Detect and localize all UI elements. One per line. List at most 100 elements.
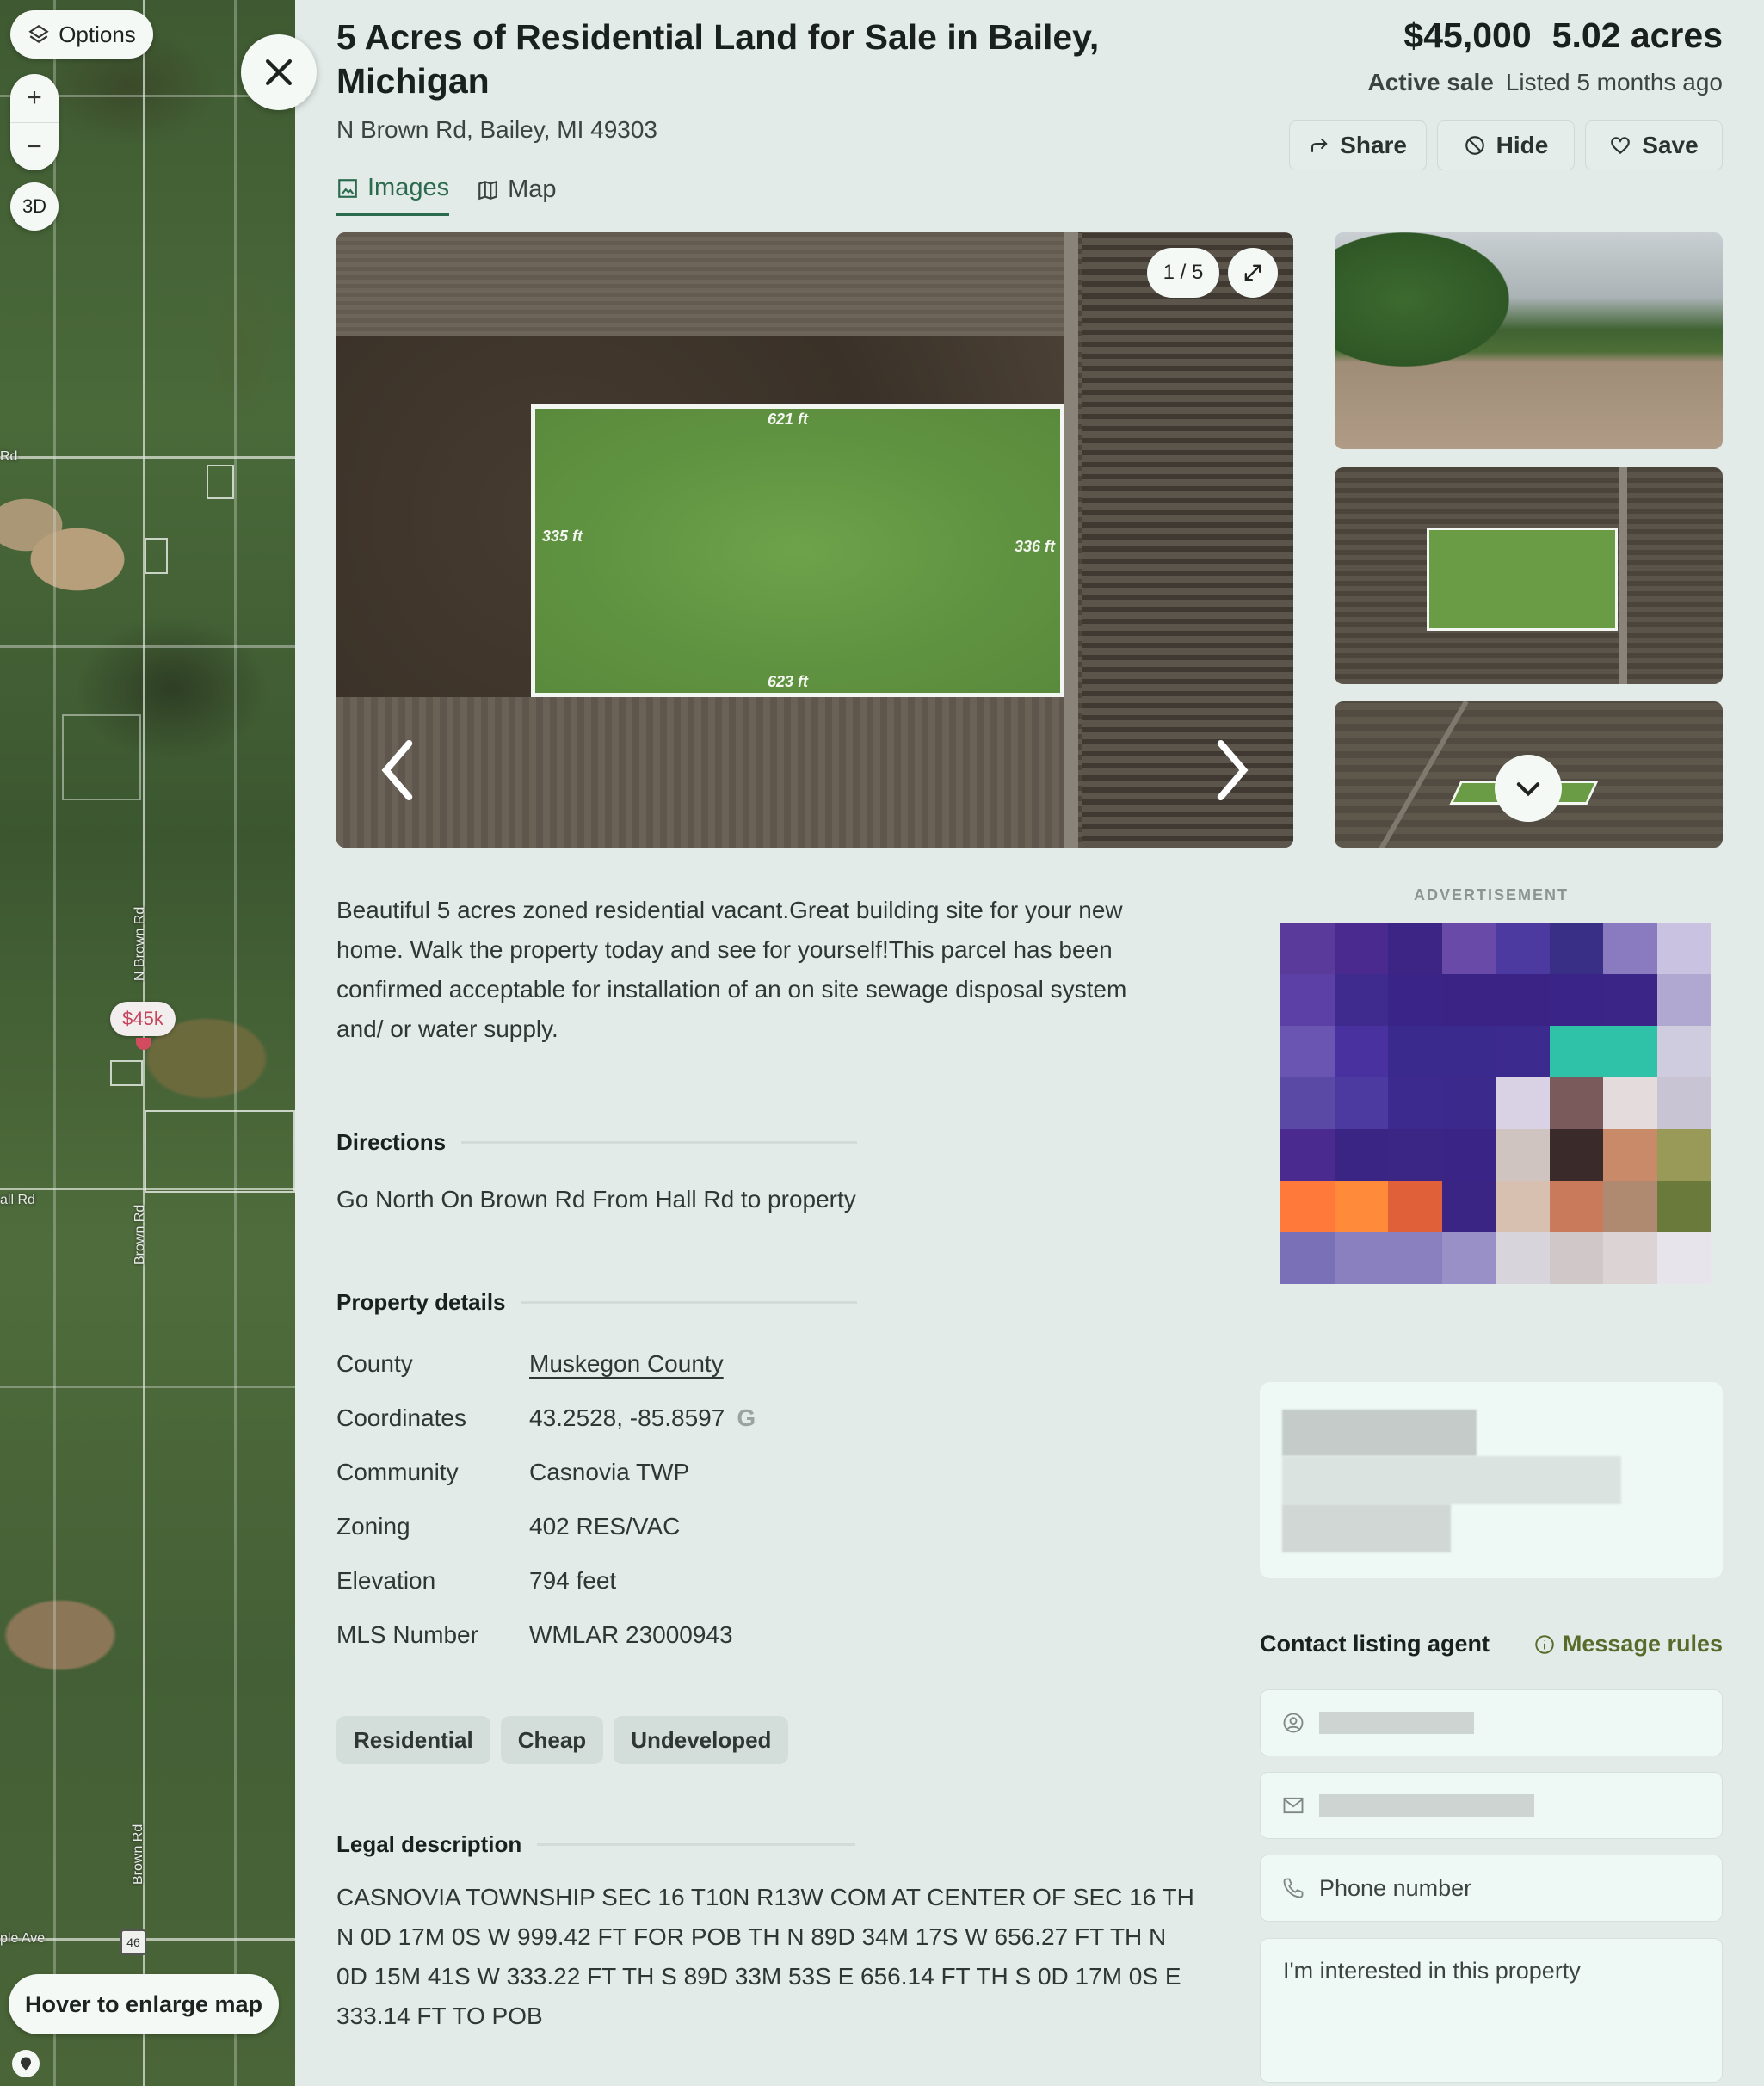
previous-image-button[interactable] bbox=[367, 731, 428, 809]
ad-pixel bbox=[1334, 974, 1388, 1026]
ad-pixel bbox=[1496, 1129, 1550, 1181]
ad-pixel bbox=[1441, 1129, 1496, 1181]
ad-pixel bbox=[1334, 1181, 1388, 1232]
next-image-button[interactable] bbox=[1202, 731, 1262, 809]
map-panel[interactable]: Rd N Brown Rd all Rd Brown Rd Brown Rd p… bbox=[0, 0, 295, 2086]
road-label: Brown Rd bbox=[131, 1824, 145, 1885]
ad-pixel bbox=[1549, 1026, 1603, 1077]
ad-pixel bbox=[1388, 1129, 1442, 1181]
agent-name-redacted bbox=[1282, 1410, 1477, 1456]
map-price-pin[interactable]: $45k bbox=[110, 1002, 176, 1036]
ad-pixel bbox=[1388, 1077, 1442, 1129]
save-label: Save bbox=[1642, 132, 1699, 158]
ad-pixel bbox=[1388, 1232, 1442, 1284]
tab-map-label: Map bbox=[508, 176, 557, 203]
save-button[interactable]: Save bbox=[1585, 120, 1723, 170]
ad-pixel bbox=[1656, 1026, 1711, 1077]
ad-pixel bbox=[1280, 974, 1335, 1026]
name-field[interactable] bbox=[1260, 1689, 1723, 1756]
ad-pixel bbox=[1656, 1129, 1711, 1181]
ad-pixel bbox=[1496, 1232, 1550, 1284]
phone-input[interactable] bbox=[1319, 1874, 1722, 1902]
options-label: Options bbox=[59, 21, 136, 47]
tag-residential[interactable]: Residential bbox=[336, 1716, 490, 1764]
fullscreen-button[interactable] bbox=[1228, 248, 1278, 298]
ad-pixel bbox=[1441, 1026, 1496, 1077]
main-image[interactable]: 621 ft 623 ft 335 ft 336 ft 1 / 5 bbox=[336, 232, 1293, 848]
hover-enlarge-map[interactable]: Hover to enlarge map bbox=[9, 1974, 279, 2034]
detail-value: Casnovia TWP bbox=[529, 1458, 690, 1485]
thumbnail-aerial[interactable] bbox=[1335, 467, 1723, 684]
ad-pixel bbox=[1656, 923, 1711, 974]
tag-undeveloped[interactable]: Undeveloped bbox=[614, 1716, 789, 1764]
road-label: all Rd bbox=[0, 1193, 35, 1207]
ad-pixel bbox=[1441, 1077, 1496, 1129]
map-road bbox=[234, 0, 237, 2086]
share-button[interactable]: Share bbox=[1289, 120, 1427, 170]
ad-pixel bbox=[1334, 1026, 1388, 1077]
listing-price: $45,000 bbox=[1403, 15, 1532, 55]
detail-label: Elevation bbox=[336, 1566, 436, 1594]
county-link[interactable]: Muskegon County bbox=[529, 1350, 724, 1377]
advertisement[interactable] bbox=[1280, 923, 1711, 1284]
map-pin-marker bbox=[136, 1038, 151, 1050]
ad-pixel bbox=[1496, 1026, 1550, 1077]
detail-row-coordinates: Coordinates 43.2528, -85.8597 G bbox=[336, 1391, 939, 1445]
phone-field[interactable] bbox=[1260, 1855, 1723, 1922]
road-label: Brown Rd bbox=[133, 1204, 147, 1265]
tab-images[interactable]: Images bbox=[336, 174, 450, 216]
divider bbox=[537, 1843, 856, 1846]
dimension-left: 335 ft bbox=[542, 528, 583, 545]
zoom-controls: + − bbox=[10, 74, 59, 170]
close-button[interactable] bbox=[241, 34, 317, 110]
thumbnail-road[interactable] bbox=[1335, 232, 1723, 449]
3d-view-button[interactable]: 3D bbox=[10, 182, 59, 231]
ad-pixel bbox=[1496, 923, 1550, 974]
more-thumbnails-button[interactable] bbox=[1495, 755, 1562, 822]
ad-pixel bbox=[1656, 1232, 1711, 1284]
map-options-button[interactable]: Options bbox=[10, 10, 153, 59]
ad-pixel bbox=[1334, 1077, 1388, 1129]
detail-value: 402 RES/VAC bbox=[529, 1512, 681, 1540]
detail-value: WMLAR 23000943 bbox=[529, 1620, 733, 1648]
map-parcel bbox=[145, 1110, 295, 1193]
ad-pixel bbox=[1280, 1181, 1335, 1232]
ad-pixel bbox=[1656, 974, 1711, 1026]
zoom-in-button[interactable]: + bbox=[10, 74, 59, 122]
detail-label: MLS Number bbox=[336, 1620, 478, 1648]
google-maps-icon[interactable]: G bbox=[737, 1404, 756, 1432]
chevron-down-icon bbox=[1516, 782, 1540, 797]
ad-pixel bbox=[1388, 1181, 1442, 1232]
ad-pixel bbox=[1656, 1181, 1711, 1232]
hide-icon bbox=[1465, 136, 1484, 155]
image-field bbox=[336, 697, 1064, 848]
email-field[interactable] bbox=[1260, 1772, 1723, 1839]
ad-pixel bbox=[1280, 1232, 1335, 1284]
ad-pixel bbox=[1549, 923, 1603, 974]
thumb-road bbox=[1619, 467, 1627, 684]
agent-info-redacted bbox=[1282, 1456, 1621, 1504]
message-rules-link[interactable]: Message rules bbox=[1533, 1631, 1723, 1657]
road-label: N Brown Rd bbox=[133, 906, 147, 981]
tag-cheap[interactable]: Cheap bbox=[500, 1716, 604, 1764]
tag-list: Residential Cheap Undeveloped bbox=[336, 1716, 789, 1764]
property-details-heading-label: Property details bbox=[336, 1289, 506, 1315]
highway-shield: 46 bbox=[120, 1929, 146, 1955]
tab-map[interactable]: Map bbox=[477, 174, 557, 216]
detail-label: Zoning bbox=[336, 1512, 410, 1540]
ad-pixel bbox=[1603, 1026, 1657, 1077]
detail-row-county: County Muskegon County bbox=[336, 1336, 939, 1391]
ad-pixel bbox=[1549, 1232, 1603, 1284]
ad-pixel bbox=[1388, 1026, 1442, 1077]
zoom-out-button[interactable]: − bbox=[10, 122, 59, 170]
map-parcel bbox=[62, 714, 141, 800]
hide-button[interactable]: Hide bbox=[1437, 120, 1575, 170]
map-parcel bbox=[207, 465, 234, 499]
chevron-right-icon bbox=[1217, 740, 1249, 800]
road-label: ple Ave bbox=[0, 1931, 46, 1946]
status-line: Active sale Listed 5 months ago bbox=[1368, 69, 1724, 96]
ad-pixel bbox=[1603, 1077, 1657, 1129]
contact-heading: Contact listing agent Message rules bbox=[1260, 1631, 1723, 1657]
agent-info-redacted bbox=[1282, 1504, 1451, 1552]
message-textarea[interactable]: I'm interested in this property bbox=[1260, 1938, 1723, 2083]
